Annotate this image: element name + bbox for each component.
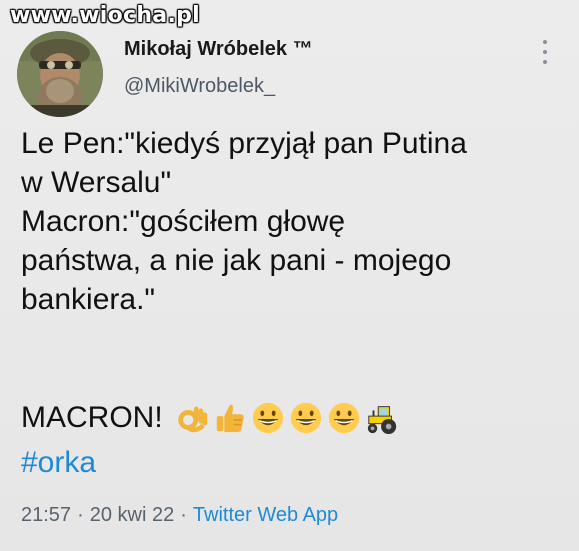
- tractor-emoji: [367, 406, 396, 435]
- tweet-card: www.wiocha.pl Mikołaj Wróbelek ™ @MikiWr…: [0, 0, 579, 551]
- meta-separator: ·: [180, 504, 187, 526]
- tweet-line: bankiera.": [21, 283, 156, 316]
- hashtag-link[interactable]: #orka: [21, 446, 96, 480]
- avatar-image: [17, 31, 103, 117]
- thumbs-up-emoji: [216, 404, 244, 433]
- author-handle[interactable]: @MikiWrobelek_: [124, 75, 275, 98]
- more-options-icon[interactable]: [540, 40, 550, 64]
- ok-hand-emoji: [177, 406, 207, 433]
- emoji-row: [175, 401, 399, 435]
- tweet-line: w Wersalu": [21, 166, 172, 199]
- tweet-line: państwa, a nie jak pani - mojego: [21, 244, 452, 277]
- tweet-text: Le Pen:"kiedyś przyjął pan Putina w Wers…: [21, 124, 566, 319]
- tweet-meta: 21:57 · 20 kwi 22 · Twitter Web App: [21, 504, 338, 527]
- avatar[interactable]: [17, 31, 103, 117]
- watermark: www.wiocha.pl: [10, 3, 200, 28]
- grinning-face-emoji: [252, 402, 283, 434]
- exclamation-text: MACRON!: [21, 401, 163, 434]
- exclamation-line: MACRON!: [21, 398, 399, 438]
- tweet-time[interactable]: 21:57: [21, 504, 71, 527]
- author-name[interactable]: Mikołaj Wróbelek ™: [124, 38, 313, 61]
- grinning-face-emoji: [290, 402, 321, 434]
- tweet-source-app[interactable]: Twitter Web App: [193, 504, 338, 527]
- grinning-face-emoji: [328, 402, 359, 434]
- tweet-line: Macron:"gościłem głowę: [21, 205, 346, 238]
- tweet-line: Le Pen:"kiedyś przyjął pan Putina: [21, 127, 467, 160]
- meta-separator: ·: [77, 504, 84, 526]
- tweet-date[interactable]: 20 kwi 22: [90, 504, 175, 527]
